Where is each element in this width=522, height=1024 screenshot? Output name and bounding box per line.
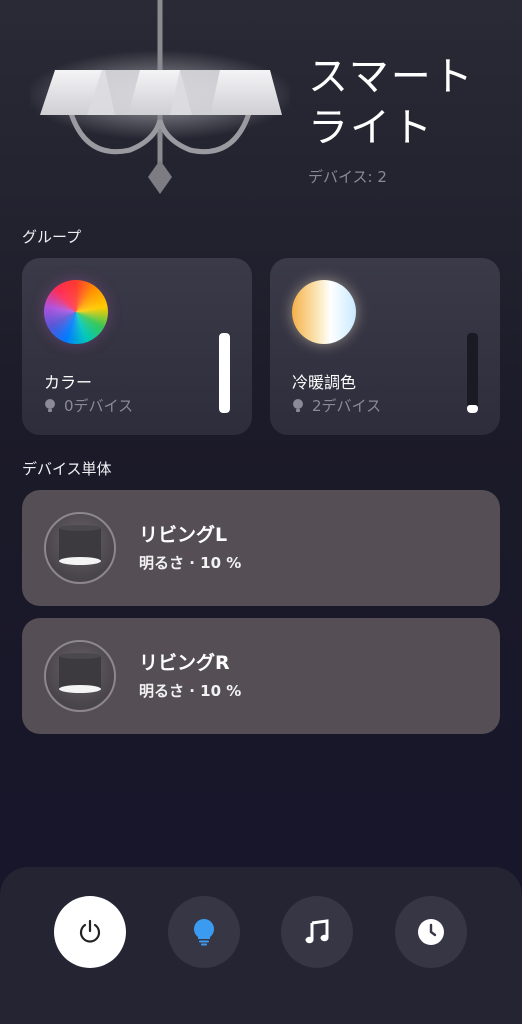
brightness-level-fill bbox=[219, 333, 230, 413]
group-device-count-label: 2デバイス bbox=[312, 397, 382, 415]
group-device-count-label: 0デバイス bbox=[64, 397, 134, 415]
bottom-tab-bar bbox=[0, 867, 522, 1024]
brightness-level-fill bbox=[467, 405, 478, 413]
brightness-slider[interactable] bbox=[219, 333, 230, 413]
group-name: 冷暖調色 bbox=[292, 373, 357, 392]
device-name: リビングR bbox=[139, 652, 230, 674]
device-card-living-l[interactable]: リビングL 明るさ · 10 % bbox=[22, 490, 500, 606]
device-name: リビングL bbox=[139, 524, 228, 546]
warm-cool-swatch-icon bbox=[292, 280, 356, 344]
downlight-shape bbox=[59, 653, 101, 693]
color-wheel-icon bbox=[44, 280, 108, 344]
power-button[interactable] bbox=[54, 896, 126, 968]
devices-section-label: デバイス単体 bbox=[22, 460, 112, 478]
timer-tab-button[interactable] bbox=[395, 896, 467, 968]
power-icon bbox=[79, 919, 101, 943]
device-brightness-status: 明るさ · 10 % bbox=[139, 554, 242, 572]
lightbulb-icon bbox=[45, 398, 55, 412]
groups-section-label: グループ bbox=[22, 228, 82, 246]
page-title-line2: ライト bbox=[308, 105, 434, 151]
device-count: デバイス: 2 bbox=[308, 168, 387, 186]
group-card-color[interactable]: カラー 0デバイス bbox=[22, 258, 252, 435]
lights-tab-button[interactable] bbox=[168, 896, 240, 968]
group-name: カラー bbox=[44, 373, 93, 392]
group-device-count: 2デバイス bbox=[292, 395, 381, 416]
page-title-line1: スマート bbox=[308, 54, 475, 100]
lightbulb-icon bbox=[194, 919, 214, 946]
music-note-icon bbox=[305, 919, 329, 944]
device-brightness-status: 明るさ · 10 % bbox=[139, 682, 242, 700]
lightbulb-icon bbox=[293, 398, 303, 412]
downlight-icon bbox=[44, 640, 116, 712]
brightness-slider[interactable] bbox=[467, 333, 478, 413]
title-block: スマート ライト デバイス: 2 bbox=[308, 52, 513, 187]
downlight-icon bbox=[44, 512, 116, 584]
clock-icon bbox=[418, 919, 444, 945]
group-device-count: 0デバイス bbox=[44, 395, 133, 416]
music-tab-button[interactable] bbox=[281, 896, 353, 968]
downlight-shape bbox=[59, 525, 101, 565]
group-card-warm-cool[interactable]: 冷暖調色 2デバイス bbox=[270, 258, 500, 435]
chandelier-image bbox=[30, 0, 290, 194]
device-card-living-r[interactable]: リビングR 明るさ · 10 % bbox=[22, 618, 500, 734]
